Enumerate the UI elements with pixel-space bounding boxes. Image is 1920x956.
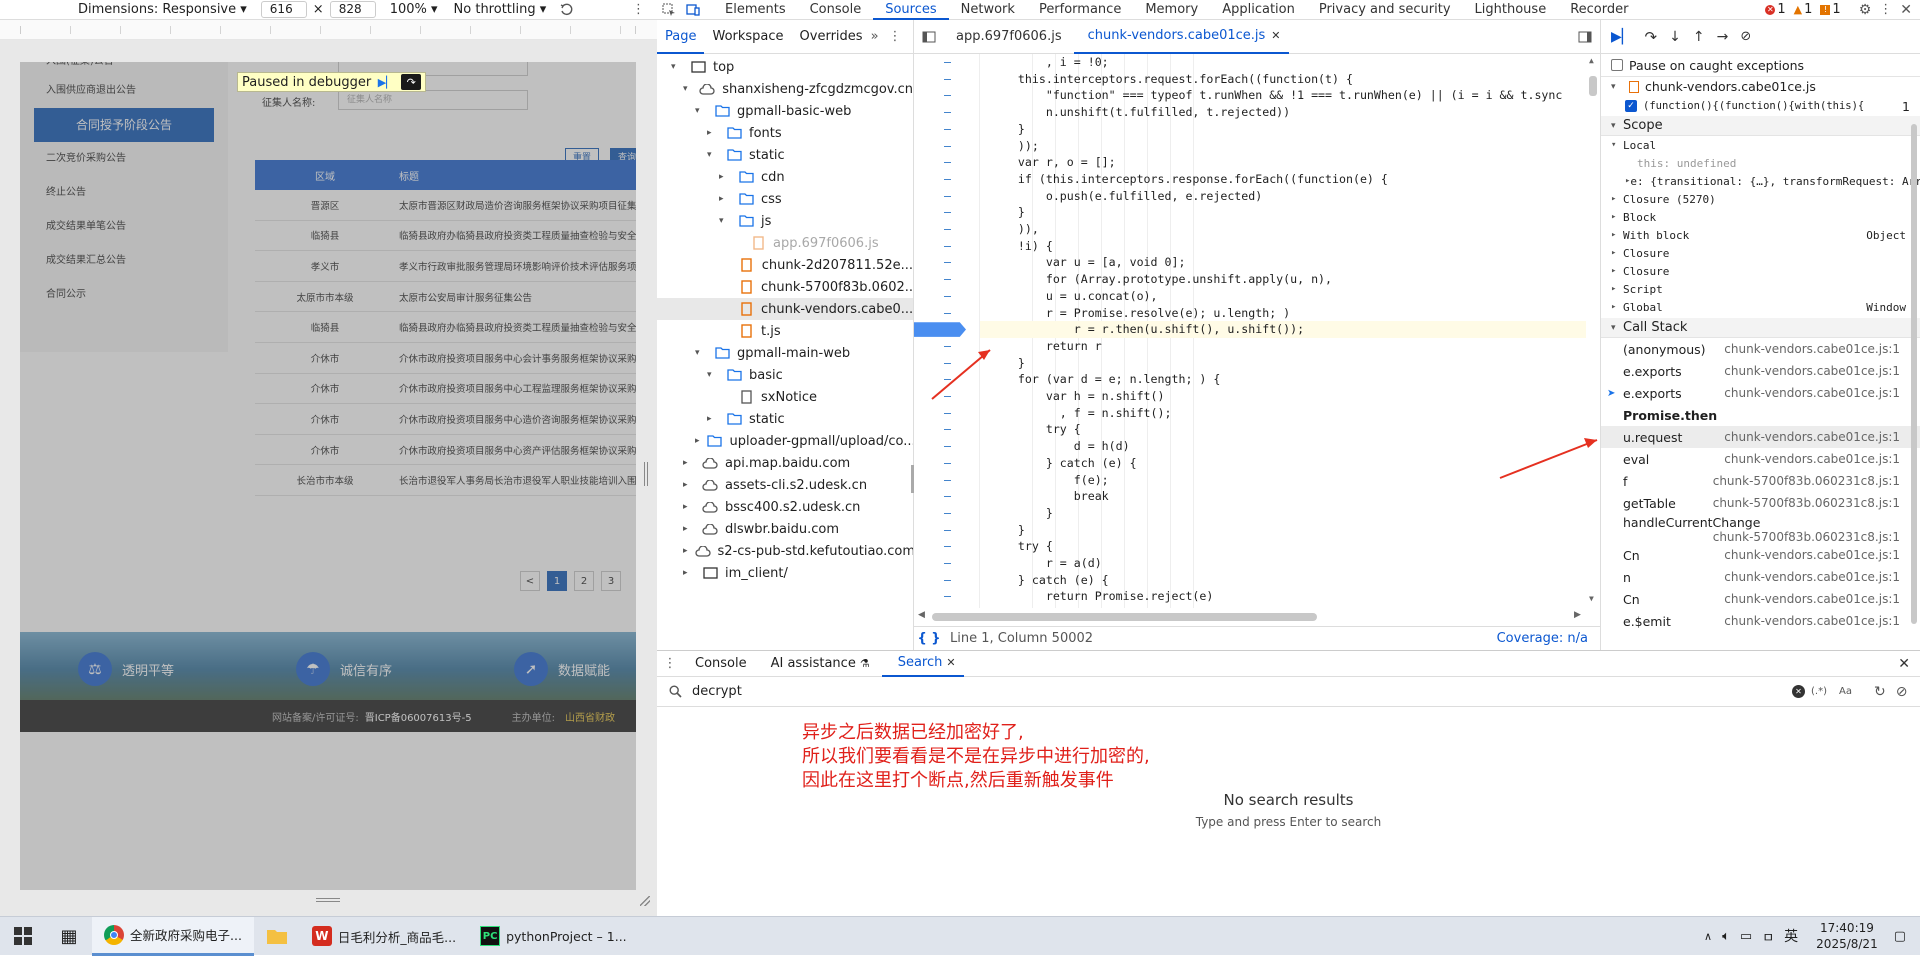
taskbar-wps[interactable]: W 日毛利分析_商品毛...	[300, 917, 468, 956]
notification-icon[interactable]: ▢	[1894, 929, 1906, 944]
system-tray: ∧ 🔈︎ ▭ ㅁ 英 17:40:19 2025/8/21 ▢	[1704, 920, 1920, 952]
taskbar-item-label: pythonProject – 1...	[506, 928, 627, 944]
lang-indicator[interactable]: 英	[1784, 926, 1798, 946]
windows-start-icon[interactable]	[0, 917, 46, 956]
taskbar-item-label: 日毛利分析_商品毛...	[337, 929, 457, 945]
folder-icon[interactable]	[254, 917, 300, 956]
taskbar-pycharm[interactable]: PC pythonProject – 1...	[468, 917, 639, 956]
calculator-icon[interactable]: ▦	[46, 917, 92, 956]
chevron-up-icon[interactable]: ∧	[1704, 930, 1712, 943]
volume-icon[interactable]: 🔈︎	[1722, 929, 1730, 944]
wps-icon: W	[311, 926, 332, 946]
taskbar: ▦ 全新政府采购电子... W 日毛利分析_商品毛... PC pythonPr…	[0, 916, 1920, 956]
clock-date: 2025/8/21	[1816, 937, 1878, 951]
pycharm-icon: PC	[480, 926, 501, 946]
annotation-arrows	[931, 349, 1598, 479]
taskbar-item-label: 全新政府采购电子...	[130, 928, 242, 943]
taskbar-chrome[interactable]: 全新政府采购电子...	[92, 916, 254, 956]
clock-time: 17:40:19	[1819, 921, 1874, 935]
network-icon[interactable]: ▭	[1740, 929, 1752, 944]
chrome-icon	[104, 924, 124, 945]
ime-icon[interactable]: ㅁ	[1762, 927, 1774, 946]
clock[interactable]: 17:40:19 2025/8/21	[1816, 920, 1878, 952]
